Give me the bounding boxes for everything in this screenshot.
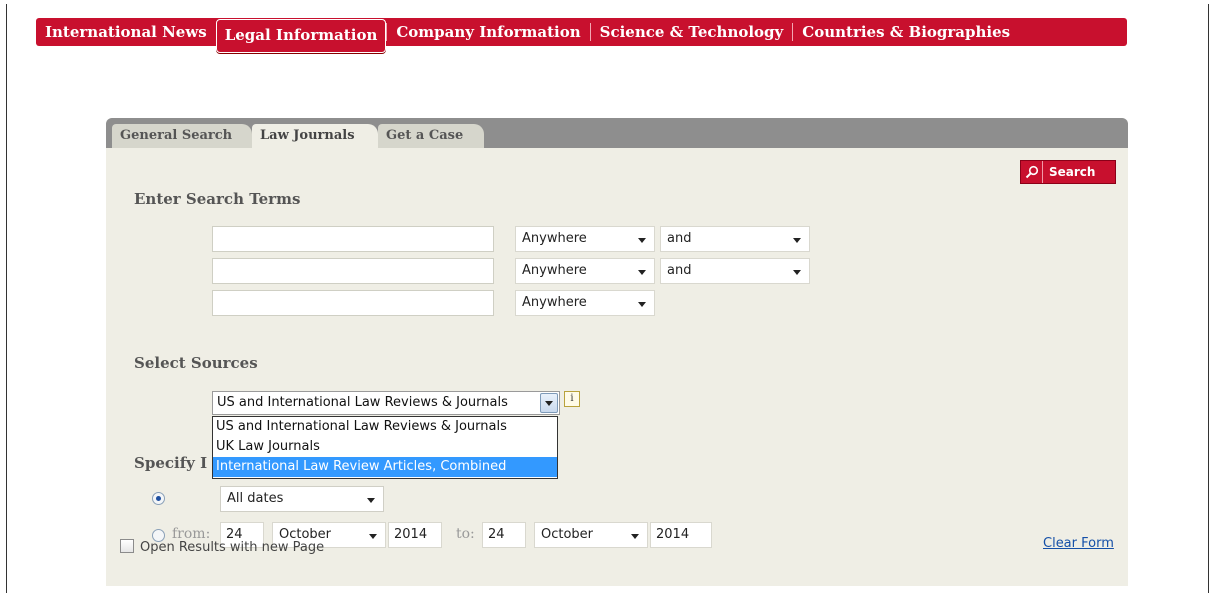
panel-footer: Open Results with new Page Clear Form (106, 0, 1128, 593)
frame-left-border (6, 4, 7, 593)
open-results-label: Open Results with new Page (140, 540, 325, 555)
clear-form-link[interactable]: Clear Form (1043, 536, 1114, 551)
frame-right-border (1208, 4, 1209, 593)
open-results-checkbox[interactable] (120, 539, 134, 553)
